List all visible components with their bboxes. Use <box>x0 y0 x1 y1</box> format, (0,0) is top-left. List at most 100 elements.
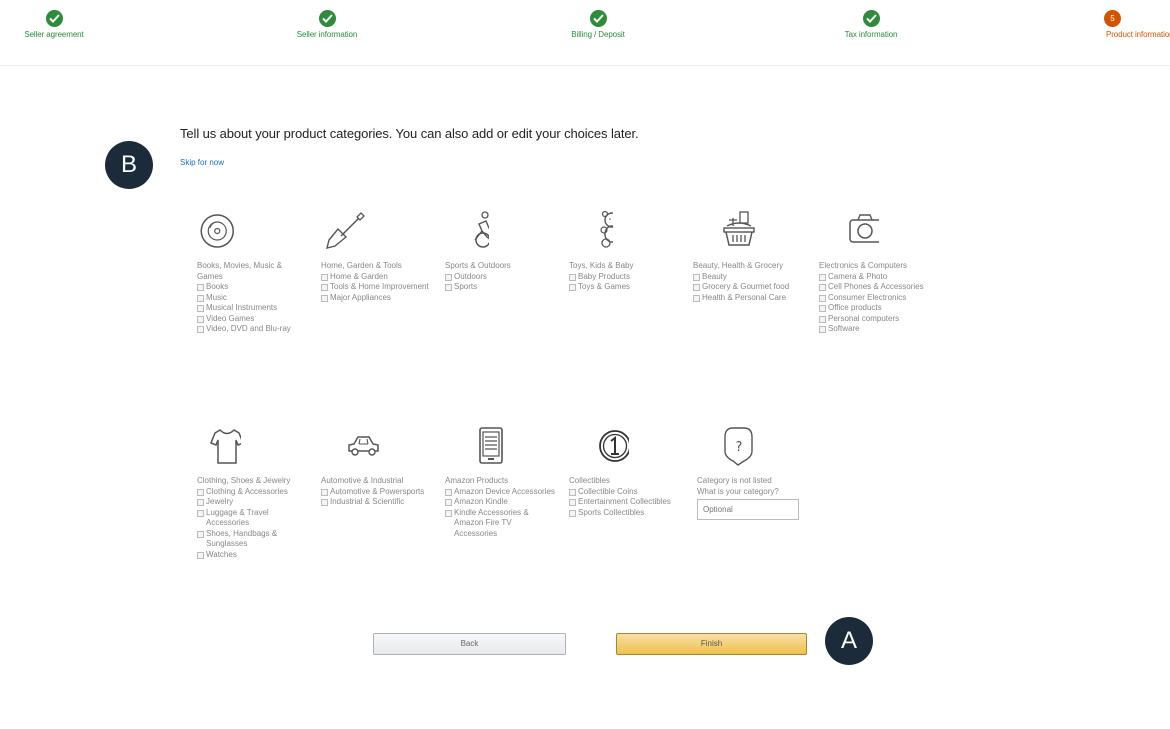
step-seller-information: Seller information <box>257 10 397 39</box>
category-option[interactable]: Jewelry <box>197 497 307 508</box>
checkbox[interactable] <box>445 284 452 291</box>
checkbox[interactable] <box>197 305 204 312</box>
category-option[interactable]: Sports <box>445 282 555 293</box>
category-toys-kids-baby: Toys, Kids & Baby Baby Products Toys & G… <box>569 210 679 293</box>
category-option[interactable]: Tools & Home Improvement <box>321 282 431 293</box>
category-option[interactable]: Clothing & Accessories <box>197 487 307 498</box>
t-shirt-icon <box>197 425 307 469</box>
checkbox[interactable] <box>569 273 576 281</box>
checkbox[interactable] <box>197 551 204 559</box>
category-option[interactable]: Personal computers <box>819 314 929 325</box>
step-label: Tax information <box>844 30 898 39</box>
category-title: Electronics & Computers <box>819 261 908 270</box>
step-seller-agreement: Seller agreement <box>0 10 124 39</box>
progress-tracker: Seller agreement Seller information Bill… <box>0 0 1170 66</box>
category-collectibles: Collectibles Collectible Coins Entertain… <box>569 425 679 518</box>
other-category-question: What is your category? <box>697 486 779 496</box>
checkmark-icon <box>318 10 336 27</box>
category-option[interactable]: Baby Products <box>569 272 679 283</box>
checkbox[interactable] <box>197 284 204 291</box>
checkbox[interactable] <box>321 488 328 496</box>
checkbox[interactable] <box>197 499 204 506</box>
category-title: Books, Movies, Music & Games <box>197 261 282 281</box>
category-option[interactable]: Toys & Games <box>569 282 679 293</box>
category-option[interactable]: Cell Phones & Accessories <box>819 282 929 293</box>
checkbox[interactable] <box>819 273 826 281</box>
checkbox[interactable] <box>693 294 700 302</box>
svg-text:?: ? <box>736 440 743 455</box>
checkbox[interactable] <box>321 499 328 506</box>
checkbox[interactable] <box>197 294 204 302</box>
back-button[interactable]: Back <box>373 633 566 655</box>
category-option[interactable]: Camera & Photo <box>819 272 929 283</box>
grocery-basket-icon <box>693 210 803 254</box>
category-option[interactable]: Sports Collectibles <box>569 508 679 519</box>
checkbox[interactable] <box>819 294 826 302</box>
finish-button[interactable]: Finish <box>616 633 807 655</box>
category-option[interactable]: Watches <box>197 550 307 561</box>
checkbox[interactable] <box>445 499 452 506</box>
checkbox[interactable] <box>569 488 576 496</box>
category-amazon-products: Amazon Products Amazon Device Accessorie… <box>445 425 555 539</box>
category-title: Clothing, Shoes & Jewelry <box>197 476 291 485</box>
category-option[interactable]: Amazon Device Accessories <box>445 487 555 498</box>
checkbox[interactable] <box>321 294 328 302</box>
category-option[interactable]: Major Appliances <box>321 293 431 304</box>
checkbox[interactable] <box>569 284 576 291</box>
checkbox[interactable] <box>445 273 452 281</box>
category-title: Sports & Outdoors <box>445 261 511 270</box>
checkbox[interactable] <box>819 305 826 312</box>
category-option[interactable]: Automotive & Powersports <box>321 487 431 498</box>
category-title: Beauty, Health & Grocery <box>693 261 784 270</box>
step-label: Product information <box>1106 30 1170 39</box>
checkbox[interactable] <box>819 284 826 291</box>
checkbox[interactable] <box>321 273 328 281</box>
category-title: Collectibles <box>569 476 610 485</box>
category-home-garden-tools: Home, Garden & Tools Home & Garden Tools… <box>321 210 431 303</box>
skip-for-now-link[interactable]: Skip for now <box>180 158 224 167</box>
checkbox[interactable] <box>819 326 826 333</box>
checkbox[interactable] <box>321 284 328 291</box>
category-option[interactable]: Video, DVD and Blu-ray <box>197 324 307 335</box>
checkbox[interactable] <box>197 326 204 333</box>
category-option[interactable]: Amazon Kindle <box>445 497 555 508</box>
annotation-badge-a: A <box>825 617 873 665</box>
category-option[interactable]: Outdoors <box>445 272 555 283</box>
checkbox[interactable] <box>819 315 826 323</box>
question-bubble-icon: ? <box>697 425 807 469</box>
category-option[interactable]: Kindle Accessories & Amazon Fire TV Acce… <box>445 508 555 540</box>
checkbox[interactable] <box>693 273 700 281</box>
checkbox[interactable] <box>445 488 452 496</box>
category-option[interactable]: Music <box>197 293 307 304</box>
category-option[interactable]: Office products <box>819 303 929 314</box>
category-option[interactable]: Home & Garden <box>321 272 431 283</box>
other-category-input[interactable] <box>697 499 799 520</box>
category-option[interactable]: Health & Personal Care <box>693 293 803 304</box>
checkbox[interactable] <box>569 499 576 506</box>
category-option[interactable]: Industrial & Scientific <box>321 497 431 508</box>
checkbox[interactable] <box>197 315 204 323</box>
checkbox[interactable] <box>693 284 700 291</box>
category-option[interactable]: Software <box>819 324 929 335</box>
checkbox[interactable] <box>197 530 204 538</box>
e-reader-icon <box>445 425 555 469</box>
step-product-information: 5 Product information <box>1072 10 1170 39</box>
checkbox[interactable] <box>569 509 576 517</box>
checkbox[interactable] <box>445 509 452 517</box>
step-billing-deposit: Billing / Deposit <box>528 10 668 39</box>
checkbox[interactable] <box>197 509 204 517</box>
category-option[interactable]: Musical Instruments <box>197 303 307 314</box>
category-option[interactable]: Consumer Electronics <box>819 293 929 304</box>
category-sports-outdoors: Sports & Outdoors Outdoors Sports <box>445 210 555 293</box>
category-option[interactable]: Collectible Coins <box>569 487 679 498</box>
category-automotive-industrial: Automotive & Industrial Automotive & Pow… <box>321 425 431 508</box>
category-option[interactable]: Beauty <box>693 272 803 283</box>
category-option[interactable]: Shoes, Handbags & Sunglasses <box>197 529 307 550</box>
category-option[interactable]: Books <box>197 282 307 293</box>
category-option[interactable]: Grocery & Gourmet food <box>693 282 803 293</box>
checkbox[interactable] <box>197 488 204 496</box>
category-option[interactable]: Luggage & Travel Accessories <box>197 508 307 529</box>
category-option[interactable]: Video Games <box>197 314 307 325</box>
category-option[interactable]: Entertainment Collectibles <box>569 497 679 508</box>
category-title: Amazon Products <box>445 476 509 485</box>
